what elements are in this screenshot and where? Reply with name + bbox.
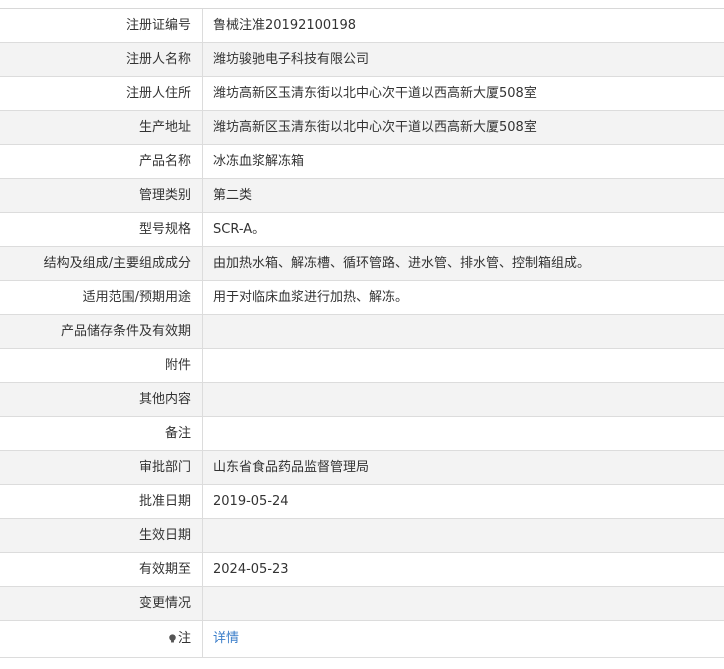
table-row: 附件: [0, 349, 724, 383]
note-label-cell: 注: [0, 621, 203, 657]
field-value: 2019-05-24: [213, 494, 289, 509]
field-value: [203, 383, 724, 416]
field-label: 注册证编号: [0, 9, 203, 42]
field-label: 管理类别: [0, 179, 203, 212]
field-value: 第二类: [213, 188, 253, 203]
note-label: 注: [177, 631, 191, 646]
field-label: 批准日期: [0, 485, 203, 518]
table-row: 结构及组成/主要组成成分 由加热水箱、解冻槽、循环管路、进水管、排水管、控制箱组…: [0, 247, 724, 281]
field-value: 潍坊高新区玉清东街以北中心次干道以西高新大厦508室: [213, 86, 537, 101]
table-row: 生效日期: [0, 519, 724, 553]
field-label: 型号规格: [0, 213, 203, 246]
field-value: [203, 587, 724, 620]
field-value: 冰冻血浆解冻箱: [213, 154, 305, 169]
note-row: 注 详情: [0, 621, 724, 658]
table-row: 产品名称 冰冻血浆解冻箱: [0, 145, 724, 179]
field-label: 审批部门: [0, 451, 203, 484]
table-row: 注册人名称 潍坊骏驰电子科技有限公司: [0, 43, 724, 77]
field-value: SCR-A。: [213, 222, 266, 237]
table-row: 型号规格 SCR-A。: [0, 213, 724, 247]
field-label: 结构及组成/主要组成成分: [0, 247, 203, 280]
field-value: [203, 349, 724, 382]
field-label: 适用范围/预期用途: [0, 281, 203, 314]
table-row: 生产地址 潍坊高新区玉清东街以北中心次干道以西高新大厦508室: [0, 111, 724, 145]
field-value: 山东省食品药品监督管理局: [213, 460, 370, 475]
field-label: 产品名称: [0, 145, 203, 178]
table-row: 有效期至 2024-05-23: [0, 553, 724, 587]
field-value: [203, 519, 724, 552]
field-value: 2024-05-23: [213, 562, 289, 577]
field-label: 生效日期: [0, 519, 203, 552]
field-value: 由加热水箱、解冻槽、循环管路、进水管、排水管、控制箱组成。: [213, 256, 591, 271]
table-row: 产品储存条件及有效期: [0, 315, 724, 349]
field-label: 产品储存条件及有效期: [0, 315, 203, 348]
table-row: 变更情况: [0, 587, 724, 621]
field-label: 其他内容: [0, 383, 203, 416]
table-row: 管理类别 第二类: [0, 179, 724, 213]
field-label: 变更情况: [0, 587, 203, 620]
field-label: 注册人名称: [0, 43, 203, 76]
field-label: 备注: [0, 417, 203, 450]
note-value-cell: 详情: [203, 621, 724, 657]
field-value: 潍坊高新区玉清东街以北中心次干道以西高新大厦508室: [213, 120, 537, 135]
table-row: 适用范围/预期用途 用于对临床血浆进行加热、解冻。: [0, 281, 724, 315]
field-value: 鲁械注准20192100198: [213, 18, 356, 33]
field-label: 有效期至: [0, 553, 203, 586]
table-row: 注册人住所 潍坊高新区玉清东街以北中心次干道以西高新大厦508室: [0, 77, 724, 111]
details-link[interactable]: 详情: [213, 631, 239, 646]
field-value: 用于对临床血浆进行加热、解冻。: [213, 290, 409, 305]
field-value: [203, 315, 724, 348]
field-value: [203, 417, 724, 450]
table-row: 注册证编号 鲁械注准20192100198: [0, 9, 724, 43]
table-row: 备注: [0, 417, 724, 451]
table-row: 审批部门 山东省食品药品监督管理局: [0, 451, 724, 485]
table-row: 其他内容: [0, 383, 724, 417]
field-label: 注册人住所: [0, 77, 203, 110]
field-value: 潍坊骏驰电子科技有限公司: [213, 52, 370, 67]
table-row: 批准日期 2019-05-24: [0, 485, 724, 519]
registration-record-table: 注册证编号 鲁械注准20192100198 注册人名称 潍坊骏驰电子科技有限公司…: [0, 8, 724, 658]
field-label: 附件: [0, 349, 203, 382]
field-label: 生产地址: [0, 111, 203, 144]
info-bulb-icon: [169, 634, 176, 643]
